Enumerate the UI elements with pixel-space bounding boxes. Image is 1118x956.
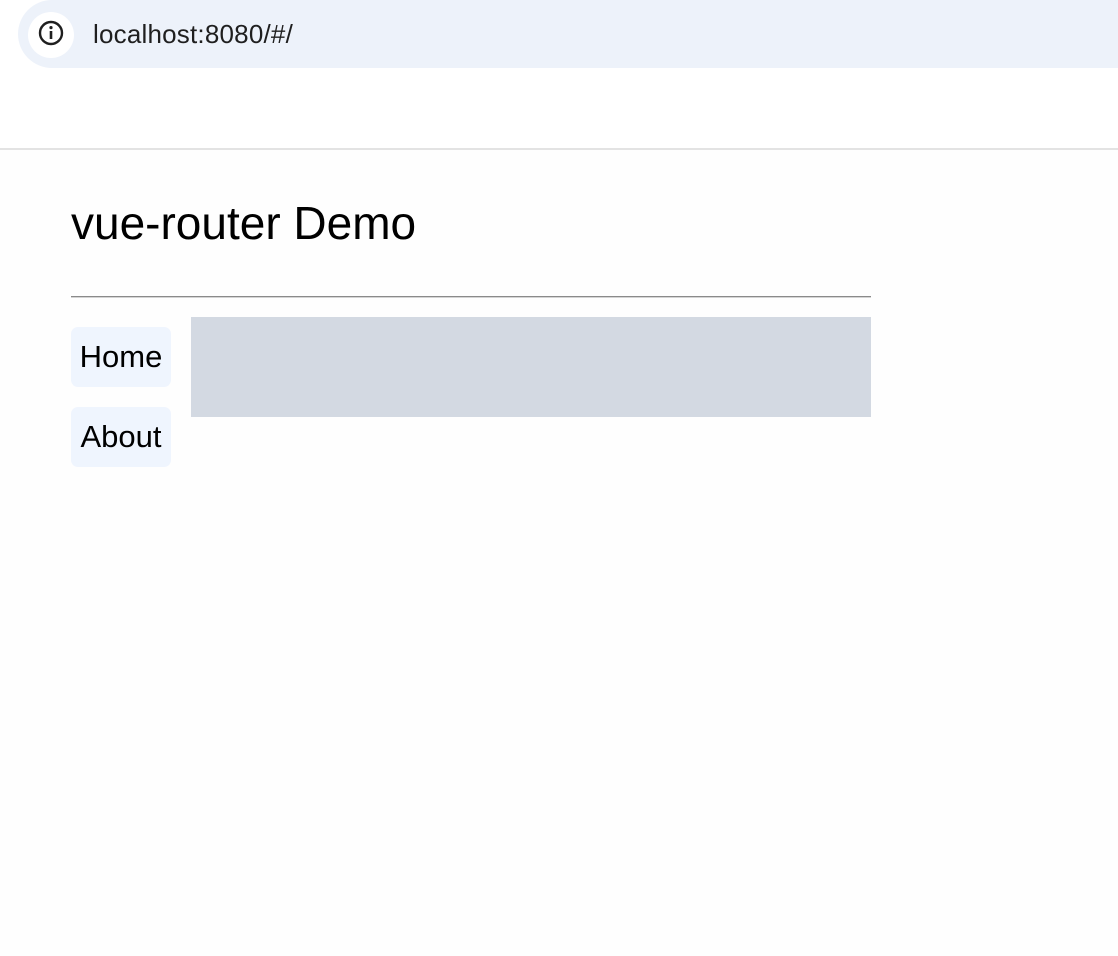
router-view [191,317,871,417]
page-title: vue-router Demo [71,197,417,249]
nav-link-home[interactable]: Home [71,327,171,387]
divider [71,296,871,298]
info-circle-icon [37,19,65,52]
address-bar[interactable]: localhost:8080/#/ [18,0,1118,68]
page-content: vue-router Demo Home About [0,150,1118,956]
url-text[interactable]: localhost:8080/#/ [93,16,293,52]
site-info-button[interactable] [28,12,74,58]
browser-toolbar: localhost:8080/#/ [0,0,1118,150]
nav-link-about[interactable]: About [71,407,171,467]
